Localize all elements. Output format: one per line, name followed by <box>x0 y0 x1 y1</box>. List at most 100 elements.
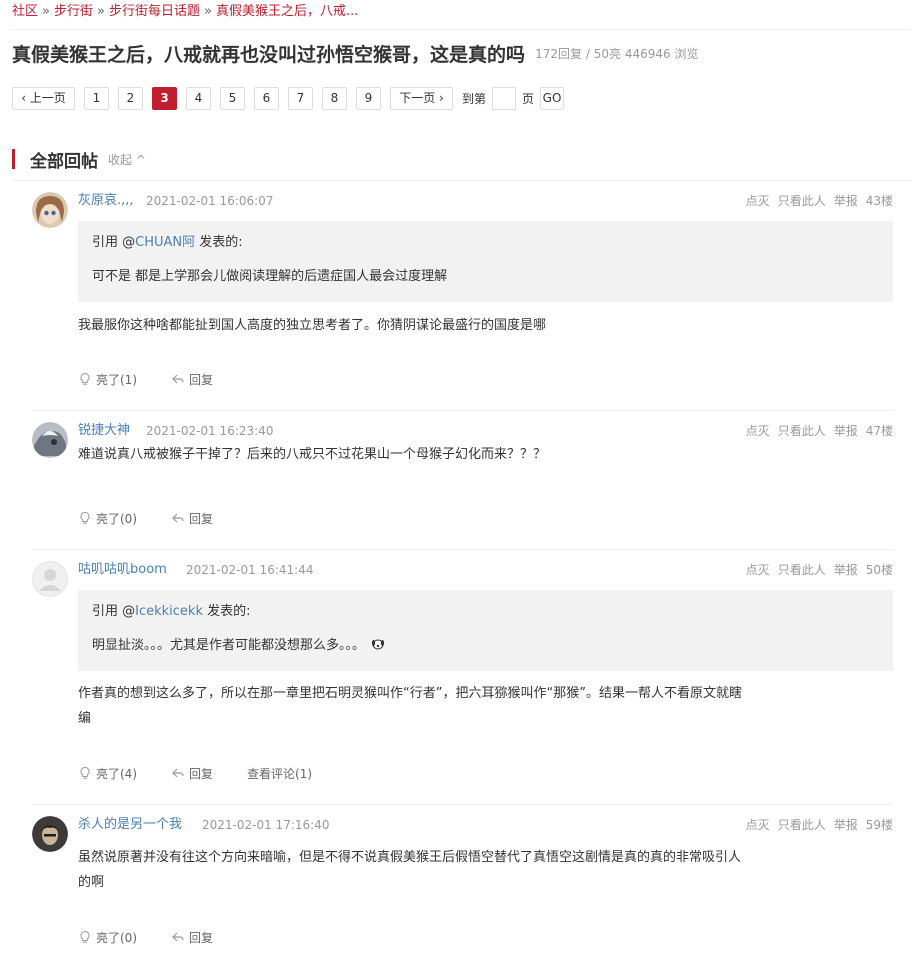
light-off-button[interactable]: 点灭 <box>746 424 770 438</box>
report-button[interactable]: 举报 <box>834 424 858 438</box>
quote-block: 引用 @CHUAN阿 发表的: 可不是 都是上学那会儿做阅读理解的后遗症国人最会… <box>78 221 893 302</box>
quote-header: 引用 @CHUAN阿 发表的: <box>92 234 879 252</box>
like-count: 亮了(4) <box>96 766 137 781</box>
light-off-button[interactable]: 点灭 <box>746 194 770 208</box>
page-button-8[interactable]: 8 <box>322 86 347 110</box>
page-number-input[interactable] <box>492 86 517 110</box>
lightbulb-icon <box>80 372 90 385</box>
post-footer: 亮了(1) 回复 <box>78 370 247 388</box>
avatar[interactable] <box>32 561 68 597</box>
like-button[interactable]: 亮了(0) <box>78 929 137 946</box>
reply-arrow-icon <box>172 374 184 384</box>
post-divider <box>32 410 893 411</box>
username[interactable]: 锐捷大神 <box>78 422 130 440</box>
light-off-button[interactable]: 点灭 <box>746 563 770 577</box>
floor-number: 50楼 <box>865 563 893 577</box>
like-button[interactable]: 亮了(0) <box>78 510 137 527</box>
reply-post: 灰原哀.,,, 2021-02-01 16:06:07 点灭 只看此人 举报 43楼 … <box>32 192 893 402</box>
prev-page-button[interactable]: ‹ 上一页 <box>12 86 75 110</box>
page-button-4[interactable]: 4 <box>186 86 211 110</box>
post-footer: 亮了(0) 回复 <box>78 928 247 946</box>
page-button-5[interactable]: 5 <box>220 86 245 110</box>
avatar[interactable] <box>32 192 68 228</box>
page-button-2[interactable]: 2 <box>118 86 143 110</box>
only-this-user-button[interactable]: 只看此人 <box>778 424 826 438</box>
post-content: 难道说真八戒被猴子干掉了？后来的八戒只不过花果山一个母猴子幻化而来？？？ <box>78 447 547 462</box>
reply-post: 锐捷大神 2021-02-01 16:23:40 点灭 只看此人 举报 47楼 难道说… <box>32 422 893 537</box>
reply-button[interactable]: 回复 <box>171 929 213 946</box>
page-button-1[interactable]: 1 <box>84 86 109 110</box>
divider <box>12 180 911 181</box>
page-button-6[interactable]: 6 <box>254 86 279 110</box>
breadcrumb-sep: » <box>97 4 105 19</box>
breadcrumb: 社区» 步行街» 步行街每日话题» 真假美猴王之后，八戒... <box>12 3 358 21</box>
post-actions: 点灭 只看此人 举报 59楼 <box>738 816 893 834</box>
view-comments-button[interactable]: 查看评论(1) <box>247 765 312 782</box>
breadcrumb-sep: » <box>203 4 212 19</box>
like-button[interactable]: 亮了(4) <box>78 765 137 782</box>
breadcrumb-community[interactable]: 社区 <box>12 4 38 19</box>
quote-block: 引用 @Icekkicekk 发表的: 明显扯淡。。。尤其是作者可能都没想那么多… <box>78 590 893 671</box>
page-button-9[interactable]: 9 <box>356 86 381 110</box>
post-time: 2021-02-01 16:41:44 <box>186 563 314 577</box>
post-content: 虽然说原著并没有往这个方向来暗喻，但是不得不说真假美猴王后假悟空替代了真悟空这剧… <box>78 850 742 890</box>
only-this-user-button[interactable]: 只看此人 <box>778 563 826 577</box>
next-page-button[interactable]: 下一页 › <box>390 86 453 110</box>
lightbulb-icon <box>80 511 90 524</box>
quote-prefix: 引用 @ <box>92 235 136 250</box>
collapse-toggle[interactable]: 收起 ^ <box>108 151 146 168</box>
divider <box>12 29 911 30</box>
breadcrumb-buxingjie[interactable]: 步行街 <box>54 4 93 19</box>
default-avatar-icon <box>32 561 68 597</box>
quote-text: 明显扯淡。。。尤其是作者可能都没想那么多。。。 <box>92 638 366 653</box>
light-off-button[interactable]: 点灭 <box>746 818 770 832</box>
reply-button[interactable]: 回复 <box>171 765 213 782</box>
like-count: 亮了(1) <box>96 372 137 387</box>
quoted-user-link[interactable]: Icekkicekk <box>135 604 203 619</box>
post-content: 作者真的想到这么多了，所以在那一章里把石明灵猴叫作“行者”，把六耳猕猴叫作“那猴… <box>78 686 742 726</box>
username[interactable]: 咕叽咕叽boom <box>78 561 167 579</box>
post-footer: 亮了(0) 回复 <box>78 509 247 527</box>
reply-arrow-icon <box>172 932 184 942</box>
section-title: 全部回帖 <box>30 151 98 172</box>
thread-stats: 172回复 / 50亮 446946 浏览 <box>535 47 699 61</box>
post-divider <box>32 804 893 805</box>
reply-button[interactable]: 回复 <box>171 371 213 388</box>
page-button-7[interactable]: 7 <box>288 86 313 110</box>
only-this-user-button[interactable]: 只看此人 <box>778 818 826 832</box>
report-button[interactable]: 举报 <box>834 563 858 577</box>
avatar[interactable] <box>32 422 68 458</box>
reply-arrow-icon <box>172 768 184 778</box>
floor-number: 59楼 <box>865 818 893 832</box>
view-comments-label: 查看评论(1) <box>247 766 313 781</box>
breadcrumb-daily-topic[interactable]: 步行街每日话题 <box>109 4 200 19</box>
breadcrumb-current-thread[interactable]: 真假美猴王之后，八戒... <box>216 4 358 19</box>
replies-section-header: 全部回帖 收起 ^ <box>12 148 146 172</box>
post-time: 2021-02-01 17:16:40 <box>202 818 330 832</box>
username[interactable]: 灰原哀.,,, <box>78 192 134 210</box>
post-actions: 点灭 只看此人 举报 47楼 <box>738 422 893 440</box>
section-accent-bar <box>12 149 15 169</box>
username[interactable]: 杀人的是另一个我 <box>78 816 182 834</box>
quoted-user-link[interactable]: CHUAN阿 <box>135 235 195 250</box>
like-button[interactable]: 亮了(1) <box>78 371 137 388</box>
post-actions: 点灭 只看此人 举报 50楼 <box>738 561 893 579</box>
report-button[interactable]: 举报 <box>834 818 858 832</box>
post-footer: 亮了(4) 回复 查看评论(1) <box>78 764 346 782</box>
only-this-user-button[interactable]: 只看此人 <box>778 194 826 208</box>
reply-label: 回复 <box>189 766 214 781</box>
page-button-current[interactable]: 3 <box>152 86 177 110</box>
quote-suffix: 发表的: <box>195 235 243 250</box>
reply-button[interactable]: 回复 <box>171 510 213 527</box>
go-button[interactable]: GO <box>540 86 565 110</box>
like-count: 亮了(0) <box>96 930 137 945</box>
reply-arrow-icon <box>172 513 184 523</box>
quote-text-row: 明显扯淡。。。尤其是作者可能都没想那么多。。。 <box>92 637 879 655</box>
report-button[interactable]: 举报 <box>834 194 858 208</box>
floor-number: 47楼 <box>865 424 893 438</box>
avatar[interactable] <box>32 816 68 852</box>
reply-post: 咕叽咕叽boom 2021-02-01 16:41:44 点灭 只看此人 举报 50楼… <box>32 561 893 791</box>
floor-number: 43楼 <box>865 194 893 208</box>
quote-prefix: 引用 @ <box>92 604 136 619</box>
quote-suffix: 发表的: <box>203 604 251 619</box>
